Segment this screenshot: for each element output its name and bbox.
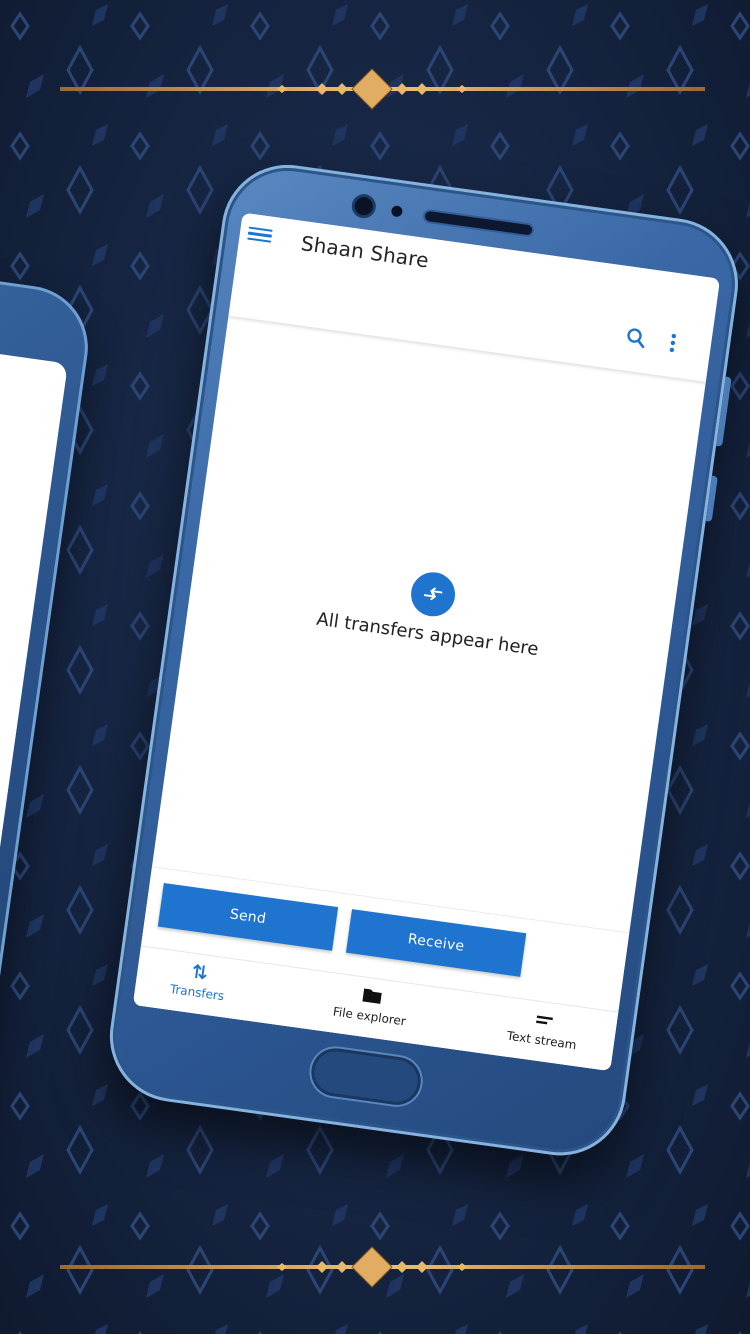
nav-item-text-stream[interactable]: Text stream bbox=[481, 1000, 605, 1055]
send-button[interactable]: Send bbox=[157, 882, 339, 951]
home-button[interactable] bbox=[311, 1048, 421, 1105]
more-options-icon[interactable] bbox=[665, 330, 680, 355]
nav-item-label: Text stream bbox=[506, 1028, 578, 1053]
nav-item-transfers[interactable]: Transfers bbox=[137, 953, 261, 1008]
nav-item-label: Transfers bbox=[169, 981, 226, 1004]
app-title: Shaan Share bbox=[299, 231, 431, 273]
secondary-phone-screen bbox=[0, 308, 68, 1142]
scene: Shaan Share All transfers appear here Se… bbox=[0, 0, 750, 1334]
proximity-sensor bbox=[390, 205, 404, 218]
nav-item-file-explorer[interactable]: File explorer bbox=[309, 977, 433, 1032]
volume-key bbox=[716, 376, 732, 447]
front-camera bbox=[353, 196, 374, 217]
empty-state: All transfers appear here bbox=[187, 539, 674, 678]
search-icon[interactable] bbox=[623, 324, 650, 351]
text-lines-icon bbox=[536, 1015, 553, 1025]
hamburger-menu-icon[interactable] bbox=[247, 224, 274, 247]
secondary-phone-mockup bbox=[0, 235, 96, 1216]
app-screen: Shaan Share All transfers appear here Se… bbox=[132, 212, 721, 1072]
nav-item-label: File explorer bbox=[332, 1004, 407, 1029]
earpiece-speaker bbox=[424, 210, 533, 236]
transfer-arrows-icon bbox=[193, 964, 207, 980]
transfer-arrows-icon bbox=[408, 569, 458, 620]
folder-icon bbox=[362, 988, 382, 1004]
receive-button[interactable]: Receive bbox=[345, 909, 527, 977]
app-bar: Shaan Share bbox=[228, 212, 721, 382]
phone-mockup: Shaan Share All transfers appear here Se… bbox=[101, 156, 747, 1164]
power-key bbox=[705, 475, 718, 522]
